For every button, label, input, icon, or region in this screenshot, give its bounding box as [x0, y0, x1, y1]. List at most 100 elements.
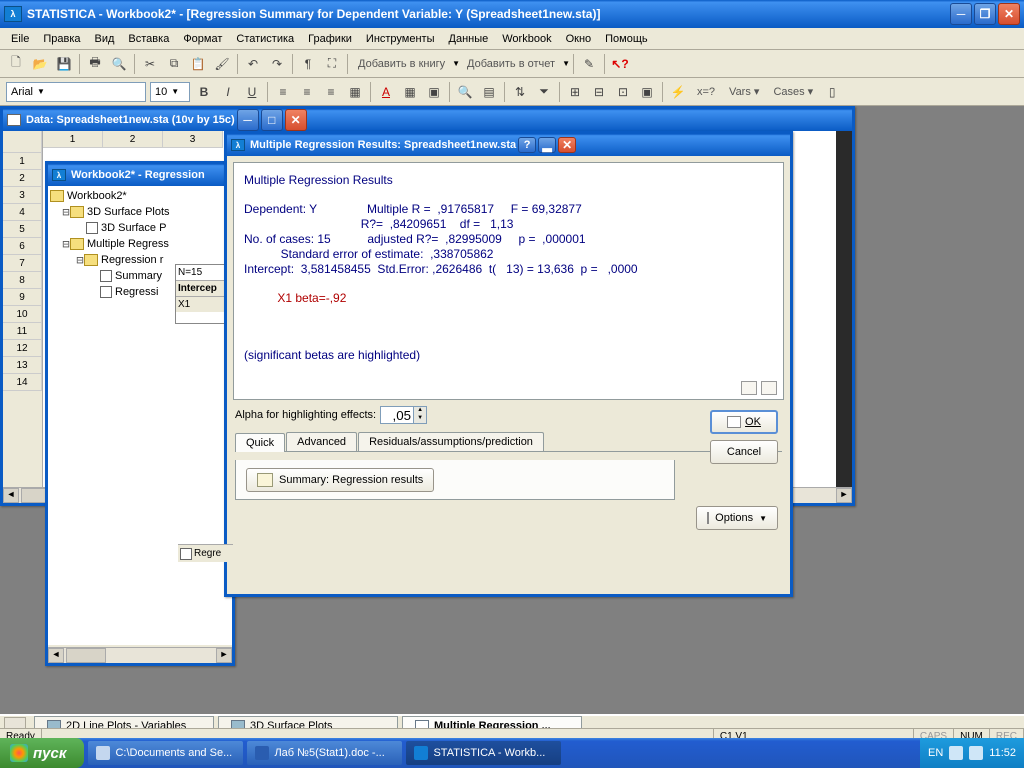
brush-icon[interactable]: 🖌 — [211, 53, 233, 75]
main-minimize-button[interactable]: ─ — [950, 3, 972, 25]
menu-insert[interactable]: Вставка — [121, 31, 176, 47]
sheet-maximize-button[interactable]: □ — [261, 109, 283, 131]
main-close-button[interactable]: ✕ — [998, 3, 1020, 25]
sheet-minimize-button[interactable]: ─ — [237, 109, 259, 131]
col-header[interactable]: 2 — [103, 131, 163, 148]
row-header[interactable]: 14 — [3, 374, 42, 391]
dialog-collapse-button[interactable]: ▂ — [538, 137, 556, 153]
menu-format[interactable]: Формат — [176, 31, 229, 47]
print-icon[interactable]: 🖶 — [84, 53, 106, 75]
align-left-icon[interactable]: ≡ — [272, 81, 294, 103]
italic-button[interactable]: I — [217, 81, 239, 103]
menu-help[interactable]: Помощь — [598, 31, 655, 47]
ok-button[interactable]: OK — [710, 410, 778, 434]
main-restore-button[interactable]: ❐ — [974, 3, 996, 25]
add-to-report-button[interactable]: Добавить в отчет — [460, 55, 562, 73]
underline-button[interactable]: U — [241, 81, 263, 103]
copy-icon[interactable]: ⧉ — [163, 53, 185, 75]
menu-file[interactable]: Eile — [4, 31, 36, 47]
row-header[interactable]: 12 — [3, 340, 42, 357]
alpha-spinner[interactable]: ▲▼ — [413, 406, 427, 424]
clock[interactable]: 11:52 — [989, 747, 1016, 759]
undo-icon[interactable]: ↶ — [242, 53, 264, 75]
vars-button[interactable]: Vars ▾ — [722, 82, 766, 101]
bold-button[interactable]: B — [193, 81, 215, 103]
menu-data[interactable]: Данные — [442, 31, 496, 47]
inner-tab[interactable]: Regre — [194, 548, 221, 559]
start-button[interactable]: пуск — [0, 738, 84, 768]
add-to-book-button[interactable]: Добавить в книгу — [351, 55, 452, 73]
save-icon[interactable]: 💾 — [53, 53, 75, 75]
workbook-hscroll[interactable]: ◄► — [48, 647, 232, 663]
row-header[interactable]: 10 — [3, 306, 42, 323]
menu-tools[interactable]: Инструменты — [359, 31, 442, 47]
ungroup-icon[interactable]: ⊟ — [588, 81, 610, 103]
graph-icon[interactable]: ⛶ — [321, 53, 343, 75]
tree-node[interactable]: ⊟3D Surface Plots — [50, 204, 230, 220]
row-header[interactable]: 9 — [3, 289, 42, 306]
tab-advanced[interactable]: Advanced — [286, 432, 357, 451]
row-header[interactable]: 5 — [3, 221, 42, 238]
workbook-title-bar[interactable]: λ Workbook2* - Regression — [48, 164, 232, 186]
cancel-button[interactable]: Cancel — [710, 440, 778, 464]
show-icon[interactable]: ▤ — [478, 81, 500, 103]
menu-workbook[interactable]: Workbook — [495, 31, 558, 47]
font-name-select[interactable]: Arial▼ — [6, 82, 146, 102]
summary-button[interactable]: Summary: Regression results — [246, 468, 434, 492]
tab-residuals[interactable]: Residuals/assumptions/prediction — [358, 432, 544, 451]
cut-icon[interactable]: ✂ — [139, 53, 161, 75]
task-word[interactable]: Лаб №5(Stat1).doc -... — [247, 741, 402, 765]
dialog-help-button[interactable]: ? — [518, 137, 536, 153]
dialog-title-bar[interactable]: λ Multiple Regression Results: Spreadshe… — [227, 134, 790, 156]
fill-color-icon[interactable]: ▦ — [399, 81, 421, 103]
tree-node[interactable]: ⊟Multiple Regress — [50, 236, 230, 252]
row-header[interactable]: 11 — [3, 323, 42, 340]
extra-icon[interactable]: ▯ — [821, 81, 843, 103]
menu-statistics[interactable]: Статистика — [229, 31, 301, 47]
zoom-icon[interactable]: 🔍 — [454, 81, 476, 103]
macro-icon[interactable]: ✎ — [578, 53, 600, 75]
row-header[interactable]: 6 — [3, 238, 42, 255]
preview-icon[interactable]: 🔍 — [108, 53, 130, 75]
menu-window[interactable]: Окно — [559, 31, 599, 47]
report-copy-icon[interactable] — [741, 381, 757, 395]
sheet-close-button[interactable]: ✕ — [285, 109, 307, 131]
open-icon[interactable]: 📂 — [29, 53, 51, 75]
stat-icon[interactable]: ¶ — [297, 53, 319, 75]
col-header[interactable]: 3 — [163, 131, 223, 148]
group-icon[interactable]: ⊞ — [564, 81, 586, 103]
row-header[interactable]: 1 — [3, 153, 42, 170]
cases-button[interactable]: Cases ▾ — [766, 82, 820, 101]
sort-icon[interactable]: ⇅ — [509, 81, 531, 103]
row-header[interactable]: 2 — [3, 170, 42, 187]
task-explorer[interactable]: C:\Documents and Se... — [88, 741, 243, 765]
headers-icon[interactable]: ▣ — [636, 81, 658, 103]
tray-icon[interactable] — [969, 746, 983, 760]
new-icon[interactable]: 🗋 — [5, 53, 27, 75]
col-header[interactable]: 1 — [43, 131, 103, 148]
xeq-button[interactable]: x=? — [690, 83, 722, 101]
merge-icon[interactable]: ▦ — [344, 81, 366, 103]
tree-node[interactable]: 3D Surface P — [50, 220, 230, 236]
row-header[interactable]: 7 — [3, 255, 42, 272]
row-header[interactable]: 8 — [3, 272, 42, 289]
language-indicator[interactable]: EN — [928, 747, 943, 759]
options-button[interactable]: Options ▼ — [696, 506, 778, 530]
gridlines-icon[interactable]: ⊡ — [612, 81, 634, 103]
menu-graphs[interactable]: Графики — [301, 31, 359, 47]
report-expand-icon[interactable] — [761, 381, 777, 395]
borders-icon[interactable]: ▣ — [423, 81, 445, 103]
dialog-close-button[interactable]: ✕ — [558, 137, 576, 153]
tray-icon[interactable] — [949, 746, 963, 760]
task-statistica[interactable]: STATISTICA - Workb... — [406, 741, 561, 765]
row-header[interactable]: 13 — [3, 357, 42, 374]
wizard-icon[interactable]: ⚡ — [667, 81, 689, 103]
align-center-icon[interactable]: ≡ — [296, 81, 318, 103]
row-header[interactable]: 4 — [3, 204, 42, 221]
tab-quick[interactable]: Quick — [235, 433, 285, 452]
align-right-icon[interactable]: ≡ — [320, 81, 342, 103]
help-icon[interactable]: ↖? — [609, 53, 631, 75]
filter-icon[interactable]: ⏷ — [533, 81, 555, 103]
alpha-input[interactable] — [380, 406, 414, 424]
spreadsheet-title-bar[interactable]: Data: Spreadsheet1new.sta (10v by 15c) ─… — [3, 109, 852, 131]
